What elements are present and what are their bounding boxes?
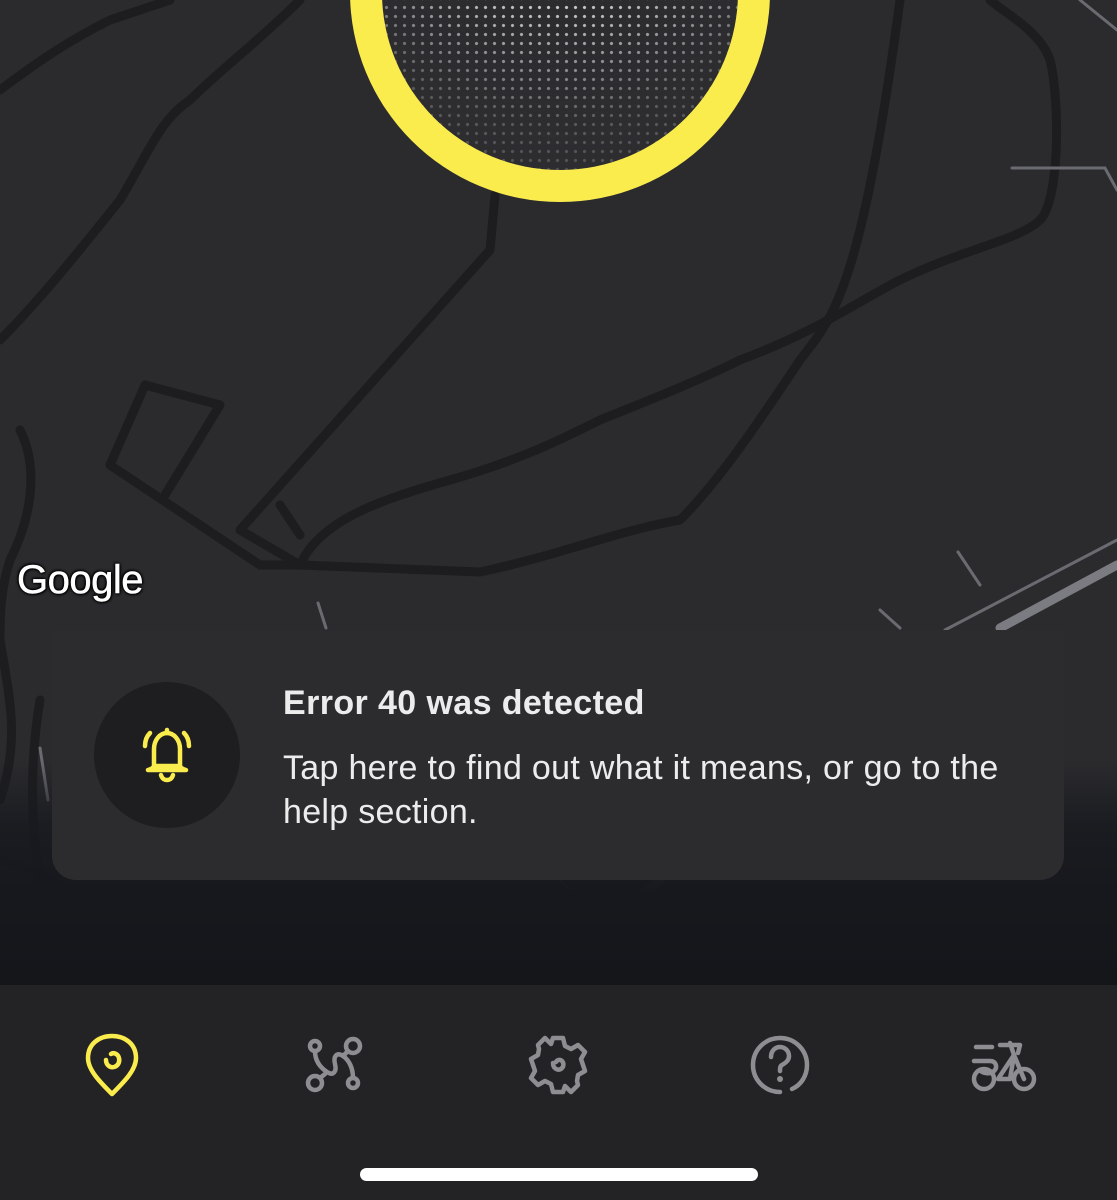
tab-map[interactable] [62,1015,162,1115]
home-indicator[interactable] [360,1168,758,1181]
tab-settings[interactable] [508,1015,608,1115]
help-icon [750,1035,810,1095]
bicycle-icon [971,1040,1037,1092]
tab-bike[interactable] [955,1015,1055,1115]
app-screen: Google Error 40 was detected Tap here to… [0,0,1117,1200]
map-pin-icon [85,1033,139,1097]
tab-routes[interactable] [284,1015,384,1115]
tab-help[interactable] [730,1015,830,1115]
route-icon [305,1036,363,1093]
location-puck-dots [382,0,738,170]
error-icon-circle [94,682,240,828]
error-notification-card[interactable]: Error 40 was detected Tap here to find o… [52,630,1064,880]
bottom-tab-bar [0,985,1117,1200]
error-title: Error 40 was detected [283,684,645,722]
gear-icon [528,1035,588,1095]
alarm-bell-icon [142,727,192,783]
error-message: Tap here to find out what it means, or g… [283,749,999,831]
google-attribution: Google [17,558,144,603]
